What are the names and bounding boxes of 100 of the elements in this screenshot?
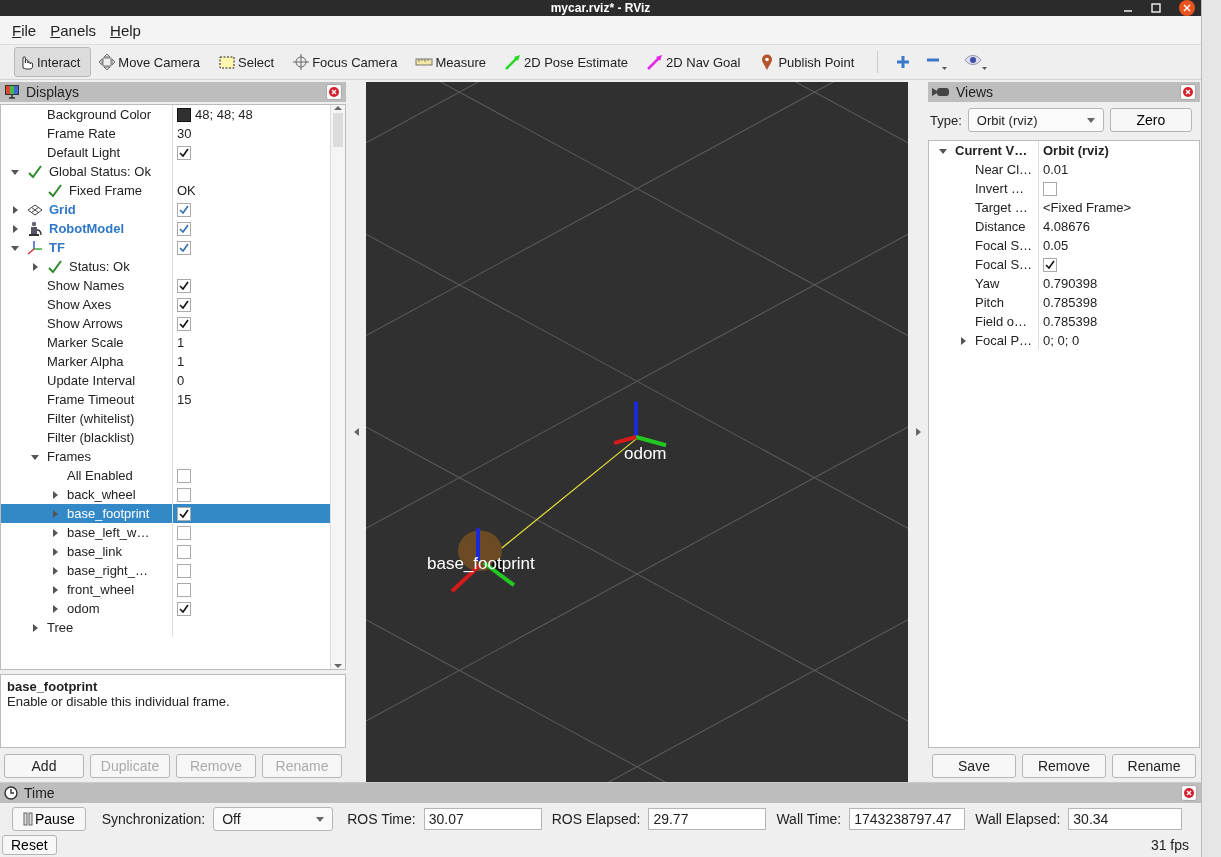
splitter-arrow-icon[interactable] xyxy=(915,428,921,436)
tree-row[interactable]: Background Color 48; 48; 48 xyxy=(1,105,330,124)
collapse-arrow-icon[interactable] xyxy=(51,604,59,613)
tool-button[interactable]: Publish Point xyxy=(755,47,866,77)
collapse-arrow-icon[interactable] xyxy=(51,528,59,537)
tree-row[interactable]: Fixed Frame OK xyxy=(1,181,330,200)
menu-item[interactable]: Help xyxy=(110,21,141,39)
menu-item[interactable]: Panels xyxy=(50,21,97,39)
tree-row[interactable]: base_footprint xyxy=(1,504,330,523)
tree-row[interactable]: Pitch 0.785398 xyxy=(929,293,1199,312)
close-icon[interactable] xyxy=(1179,0,1195,16)
input-field[interactable]: 30.07 xyxy=(423,808,542,830)
tree-row[interactable]: Update Interval 0 xyxy=(1,371,330,390)
plus-icon[interactable] xyxy=(896,55,911,69)
tree-row[interactable]: Marker Alpha 1 xyxy=(1,352,330,371)
checkbox[interactable] xyxy=(177,240,191,255)
tree-row[interactable]: Target … <Fixed Frame> xyxy=(929,198,1199,217)
checkbox[interactable] xyxy=(177,468,191,483)
tool-button[interactable]: 2D Nav Goal xyxy=(643,47,752,77)
panel-button[interactable]: Add xyxy=(4,754,84,778)
tool-button[interactable]: Measure xyxy=(412,47,497,77)
reset-button[interactable]: Reset xyxy=(2,835,57,855)
tree-row[interactable]: Default Light xyxy=(1,143,330,162)
collapse-arrow-icon[interactable] xyxy=(51,585,59,594)
checkbox[interactable] xyxy=(1043,181,1057,196)
tree-row[interactable]: base_left_w… xyxy=(1,523,330,542)
tree-row[interactable]: All Enabled xyxy=(1,466,330,485)
tree-row[interactable]: Near Cl… 0.01 xyxy=(929,160,1199,179)
3d-view[interactable]: odom base_footprint xyxy=(366,82,908,782)
tree-row[interactable]: Frames xyxy=(1,447,330,466)
checkbox[interactable] xyxy=(177,202,191,217)
tree-row[interactable]: odom xyxy=(1,599,330,618)
tree-row[interactable]: Distance 4.08676 xyxy=(929,217,1199,236)
collapse-arrow-icon[interactable] xyxy=(31,623,39,632)
input-field[interactable]: 29.77 xyxy=(648,808,767,830)
expand-arrow-icon[interactable] xyxy=(31,452,39,461)
checkbox[interactable] xyxy=(177,278,191,293)
collapse-arrow-icon[interactable] xyxy=(11,224,19,233)
tree-row[interactable]: Marker Scale 1 xyxy=(1,333,330,352)
scroll-down-icon[interactable] xyxy=(334,663,342,669)
tree-row[interactable]: Focal P… 0; 0; 0 xyxy=(929,331,1199,350)
tree-row[interactable]: Show Arrows xyxy=(1,314,330,333)
maximize-icon[interactable] xyxy=(1151,3,1161,13)
tree-row[interactable]: Global Status: Ok xyxy=(1,162,330,181)
scrollbar[interactable] xyxy=(330,105,345,669)
tree-row[interactable]: Filter (whitelist) xyxy=(1,409,330,428)
expand-arrow-icon[interactable] xyxy=(11,167,19,176)
pause-button[interactable]: Pause xyxy=(12,807,86,831)
panel-button[interactable]: Rename xyxy=(1112,754,1196,778)
type-dropdown[interactable]: Orbit (rviz) xyxy=(967,108,1104,132)
eye-icon[interactable] xyxy=(964,53,989,71)
tree-row[interactable]: Invert … xyxy=(929,179,1199,198)
input-field[interactable]: 30.34 xyxy=(1068,808,1183,830)
checkbox[interactable] xyxy=(177,487,191,502)
panel-button[interactable]: Remove xyxy=(1022,754,1106,778)
tool-button[interactable]: 2D Pose Estimate xyxy=(500,47,639,77)
checkbox[interactable] xyxy=(1043,257,1057,272)
zero-button[interactable]: Zero xyxy=(1109,108,1192,132)
collapse-arrow-icon[interactable] xyxy=(31,262,39,271)
tool-button[interactable]: Select xyxy=(215,47,286,77)
tool-button[interactable]: Move Camera xyxy=(95,47,211,77)
tree-row[interactable]: Status: Ok xyxy=(1,257,330,276)
tree-row[interactable]: Current V… Orbit (rviz) xyxy=(929,141,1199,160)
checkbox[interactable] xyxy=(177,221,191,236)
tree-row[interactable]: Focal S… xyxy=(929,255,1199,274)
checkbox[interactable] xyxy=(177,297,191,312)
tree-row[interactable]: Grid xyxy=(1,200,330,219)
collapse-arrow-icon[interactable] xyxy=(51,566,59,575)
tree-row[interactable]: base_link xyxy=(1,542,330,561)
collapse-arrow-icon[interactable] xyxy=(51,547,59,556)
input-field[interactable]: 1743238797.47 xyxy=(849,808,966,830)
tree-row[interactable]: Field o… 0.785398 xyxy=(929,312,1199,331)
tree-row[interactable]: base_right_… xyxy=(1,561,330,580)
collapse-arrow-icon[interactable] xyxy=(51,490,59,499)
scroll-up-icon[interactable] xyxy=(334,105,342,111)
checkbox[interactable] xyxy=(177,563,191,578)
tree-row[interactable]: Frame Timeout 15 xyxy=(1,390,330,409)
panel-button[interactable]: Save xyxy=(932,754,1016,778)
menu-item[interactable]: File xyxy=(12,21,37,39)
checkbox[interactable] xyxy=(177,506,191,521)
expand-arrow-icon[interactable] xyxy=(11,243,19,252)
tree-row[interactable]: TF xyxy=(1,238,330,257)
sync-dropdown[interactable]: Off xyxy=(213,807,334,831)
checkbox[interactable] xyxy=(177,145,191,160)
tree-row[interactable]: Show Axes xyxy=(1,295,330,314)
scroll-thumb[interactable] xyxy=(333,113,343,147)
checkbox[interactable] xyxy=(177,525,191,540)
expand-arrow-icon[interactable] xyxy=(939,146,947,155)
checkbox[interactable] xyxy=(177,582,191,597)
tool-button[interactable]: Interact xyxy=(14,47,92,77)
tree-row[interactable]: Tree xyxy=(1,618,330,637)
tree-row[interactable]: front_wheel xyxy=(1,580,330,599)
checkbox[interactable] xyxy=(177,601,191,616)
splitter-arrow-icon[interactable] xyxy=(353,428,359,436)
tool-button[interactable]: Focus Camera xyxy=(289,47,409,77)
tree-row[interactable]: Focal S… 0.05 xyxy=(929,236,1199,255)
tree-row[interactable]: Yaw 0.790398 xyxy=(929,274,1199,293)
collapse-arrow-icon[interactable] xyxy=(11,205,19,214)
collapse-arrow-icon[interactable] xyxy=(959,336,967,345)
tree-row[interactable]: Filter (blacklist) xyxy=(1,428,330,447)
